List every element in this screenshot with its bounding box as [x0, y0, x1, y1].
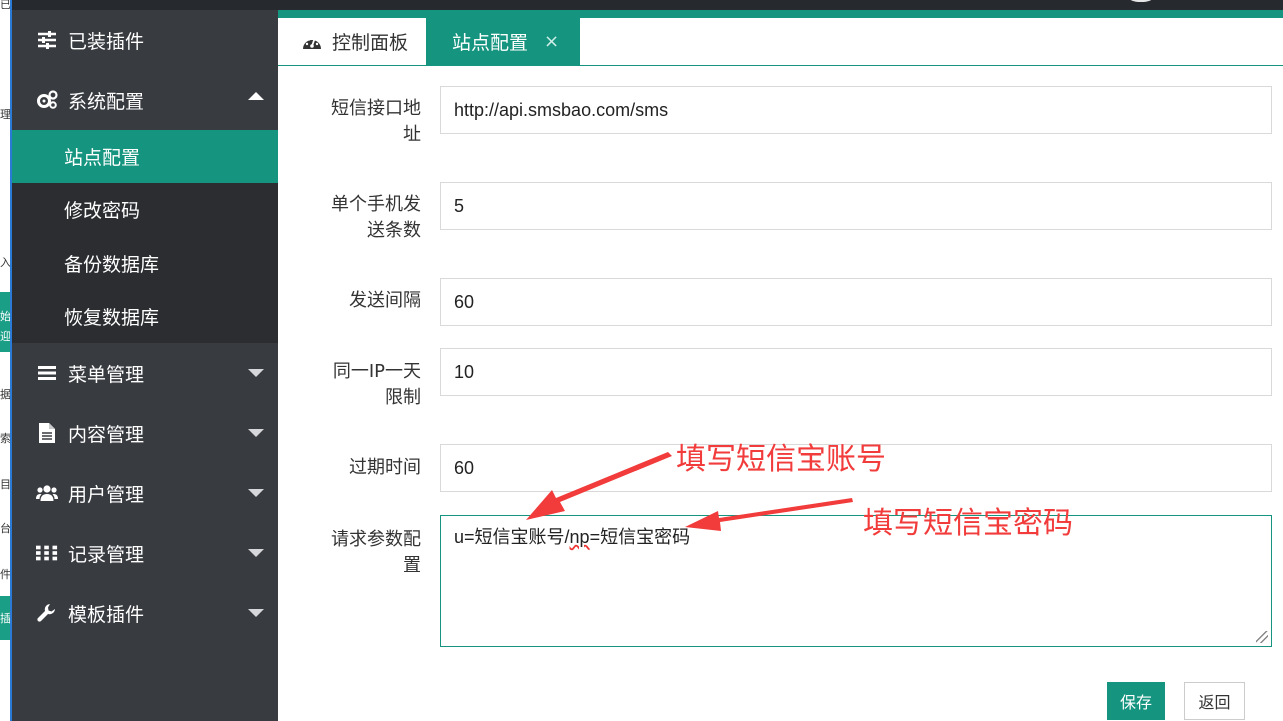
label-line: 送条数 — [367, 220, 421, 241]
params-text: u=短信宝账号/ — [454, 527, 570, 547]
top-bar — [0, 0, 1283, 10]
sidebar-item-label: 内容管理 — [68, 423, 145, 446]
tab-label: 站点配置 — [452, 32, 529, 54]
sidebar-subitem-site-config[interactable]: 站点配置 — [12, 130, 278, 183]
tab-dashboard[interactable]: 控制面板 — [282, 18, 426, 65]
sidebar-subitem-backup-database[interactable]: 备份数据库 — [12, 237, 278, 290]
annotation-account: 填写短信宝账号 — [676, 442, 886, 477]
field-label-sms-api-url: 短信接口地 址 — [308, 96, 421, 148]
grid-dots-icon — [36, 542, 58, 564]
sidebar-item-record-management[interactable]: 记录管理 — [12, 523, 278, 583]
sidebar-item-label: 菜单管理 — [68, 363, 145, 386]
sidebar-item-label: 系统配置 — [68, 90, 145, 113]
sidebar-subitem-restore-database[interactable]: 恢复数据库 — [12, 290, 278, 343]
wrench-icon — [36, 602, 58, 624]
sliders-icon — [36, 29, 58, 51]
sidebar-item-user-management[interactable]: 用户管理 — [12, 463, 278, 523]
site-config-form: 短信接口地 址 http://api.smsbao.com/sms 单个手机发 … — [278, 66, 1283, 721]
label-line: 置 — [403, 555, 421, 576]
params-text-misspelled: np — [569, 527, 590, 547]
field-label-request-params: 请求参数配 置 — [308, 527, 421, 579]
label-line: 过期时间 — [349, 457, 421, 478]
strip-text: 已 — [0, 0, 10, 11]
sidebar-item-label: 模板插件 — [68, 603, 145, 626]
strip-text: 件 — [0, 568, 10, 581]
label-line: 发送间隔 — [349, 290, 421, 311]
sidebar-item-menu-management[interactable]: 菜单管理 — [12, 343, 278, 403]
save-button[interactable]: 保存 — [1107, 682, 1165, 720]
sidebar-item-installed-plugins[interactable]: 已装插件 — [12, 10, 278, 70]
per-phone-count-input[interactable]: 5 — [440, 182, 1272, 230]
chevron-down-icon — [248, 489, 264, 497]
sms-api-url-input[interactable]: http://api.smsbao.com/sms — [440, 86, 1272, 134]
annotation-password: 填写短信宝密码 — [863, 506, 1073, 541]
strip-text: 理 — [0, 108, 10, 121]
file-icon — [36, 422, 58, 444]
params-text: =短信宝密码 — [589, 527, 691, 547]
system-config-submenu: 站点配置 修改密码 备份数据库 恢复数据库 — [12, 130, 278, 343]
field-label-per-phone-count: 单个手机发 送条数 — [308, 192, 421, 244]
resize-handle-icon[interactable] — [1256, 631, 1268, 643]
request-params-textarea[interactable]: u=短信宝账号/np=短信宝密码 — [440, 515, 1272, 647]
strip-text: 插 — [0, 612, 10, 625]
background-window-strip: 已 理 入 始 迎 据 索 目 台 件 插 — [0, 0, 12, 721]
strip-text: 目 — [0, 478, 10, 491]
strip-text: 迎 — [0, 330, 10, 343]
chevron-up-icon — [248, 92, 264, 100]
strip-text: 始 — [0, 310, 10, 323]
ip-daily-limit-input[interactable]: 10 — [440, 348, 1272, 396]
label-line: 请求参数配 — [331, 529, 421, 550]
label-line: 短信接口地 — [331, 98, 421, 119]
sidebar-item-label: 用户管理 — [68, 483, 145, 506]
sidebar-item-label: 记录管理 — [68, 543, 145, 566]
tab-label: 控制面板 — [332, 32, 409, 54]
strip-text: 索 — [0, 432, 10, 445]
chevron-down-icon — [248, 429, 264, 437]
label-line: 单个手机发 — [331, 194, 421, 215]
sidebar-subitem-change-password[interactable]: 修改密码 — [12, 183, 278, 236]
sidebar-item-system-config[interactable]: 系统配置 — [12, 70, 278, 130]
back-button[interactable]: 返回 — [1184, 682, 1245, 720]
close-icon[interactable]: × — [544, 31, 559, 52]
tab-site-config[interactable]: 站点配置 × — [426, 18, 580, 65]
avatar[interactable] — [1124, 0, 1158, 2]
users-icon — [36, 482, 58, 504]
strip-text: 据 — [0, 388, 10, 401]
strip-text: 入 — [0, 256, 10, 269]
chevron-down-icon — [248, 549, 264, 557]
label-line: 同一IP一天 — [332, 361, 421, 382]
field-label-expire-time: 过期时间 — [308, 455, 421, 481]
chevron-down-icon — [248, 369, 264, 377]
strip-text: 台 — [0, 522, 10, 535]
sidebar: 已装插件 系统配置 站点配置 修改密码 备份数据库 恢复数据库 菜单管理 内容管… — [12, 10, 278, 721]
label-line: 址 — [403, 124, 421, 145]
tab-bar: 控制面板 站点配置 × — [278, 10, 1283, 66]
chevron-down-icon — [248, 609, 264, 617]
sidebar-item-label: 已装插件 — [68, 30, 145, 53]
cogs-icon — [36, 89, 58, 111]
send-interval-input[interactable]: 60 — [440, 278, 1272, 326]
field-label-send-interval: 发送间隔 — [308, 288, 421, 314]
field-label-ip-daily-limit: 同一IP一天 限制 — [308, 359, 421, 411]
label-line: 限制 — [385, 387, 421, 408]
sidebar-item-content-management[interactable]: 内容管理 — [12, 403, 278, 463]
dashboard-icon — [302, 34, 322, 50]
menu-bars-icon — [36, 362, 58, 384]
sidebar-item-template-plugins[interactable]: 模板插件 — [12, 583, 278, 643]
